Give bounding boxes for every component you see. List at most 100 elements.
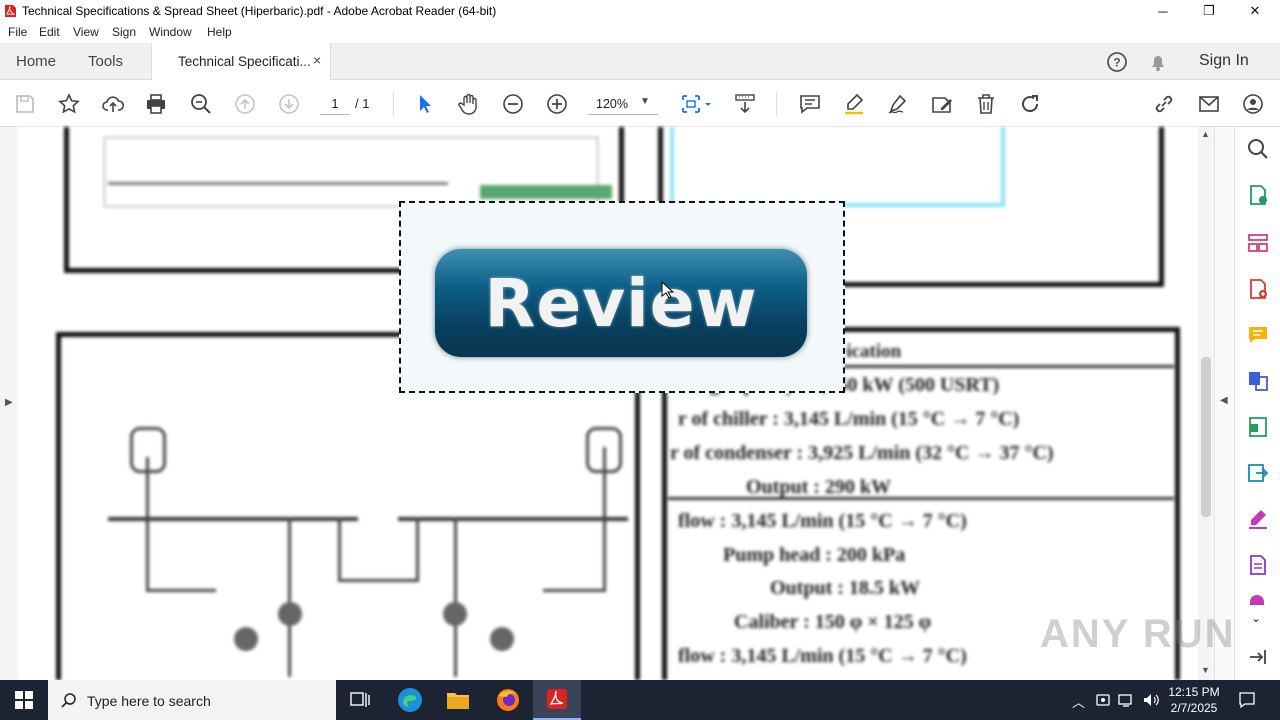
- vertical-scrollbar[interactable]: ▲ ▼: [1198, 127, 1214, 680]
- anyrun-watermark: ANY RUN: [1040, 612, 1236, 656]
- spec-line: Caliber : 150 φ × 125 φ: [734, 611, 932, 633]
- volume-icon[interactable]: [1142, 692, 1160, 708]
- toolbar-divider: [393, 92, 394, 116]
- zoom-level-select[interactable]: 120% ▼: [588, 93, 658, 115]
- taskbar: Type here to search ︿ 12:15 PM 2/7/2025: [0, 680, 1280, 720]
- combine-files-icon[interactable]: [1246, 369, 1270, 393]
- hand-tool-icon[interactable]: [456, 91, 482, 117]
- scroll-up-icon[interactable]: ▲: [1201, 129, 1210, 139]
- comment-tool-icon[interactable]: [1246, 323, 1270, 347]
- tab-document[interactable]: Technical Specificati... ×: [151, 43, 331, 80]
- delete-trash-icon[interactable]: [973, 91, 999, 117]
- search-zoom-icon[interactable]: [188, 91, 214, 117]
- menu-file[interactable]: File: [8, 25, 27, 39]
- close-tab-button[interactable]: ×: [313, 52, 321, 68]
- close-window-button[interactable]: ✕: [1232, 0, 1278, 22]
- print-icon[interactable]: [143, 91, 169, 117]
- clock-date: 2/7/2025: [1170, 701, 1218, 715]
- save-icon[interactable]: [12, 91, 38, 117]
- pipe-line: [338, 579, 418, 582]
- toolbar-divider: [776, 92, 777, 116]
- comment-icon[interactable]: [797, 91, 823, 117]
- scrollbar-thumb[interactable]: [1201, 357, 1211, 517]
- collapse-right-panel-icon[interactable]: ◀: [1220, 395, 1228, 406]
- windows-logo-icon: [15, 691, 33, 709]
- notification-center-icon[interactable]: [1238, 691, 1256, 709]
- notification-bell-icon[interactable]: [1148, 52, 1168, 72]
- previous-page-icon[interactable]: [232, 91, 258, 117]
- review-button[interactable]: Review: [435, 249, 807, 357]
- pipe-line: [146, 457, 149, 592]
- zoom-in-icon[interactable]: [544, 91, 570, 117]
- page-number-input[interactable]: 1: [320, 93, 350, 115]
- fill-sign-icon[interactable]: [1246, 507, 1270, 531]
- create-pdf-icon[interactable]: [1246, 277, 1270, 301]
- menu-edit[interactable]: Edit: [39, 25, 60, 39]
- tab-home[interactable]: Home: [16, 53, 56, 70]
- next-page-icon[interactable]: [276, 91, 302, 117]
- export-pdf-icon[interactable]: [1246, 183, 1270, 207]
- task-view-icon: [350, 692, 370, 707]
- acrobat-taskbar-button[interactable]: [533, 680, 581, 720]
- tab-tools[interactable]: Tools: [88, 53, 123, 70]
- folder-icon: [447, 693, 469, 709]
- spec-line: r of condenser : 3,925 L/min (32 °C → 37…: [670, 442, 1054, 464]
- bookmark-star-icon[interactable]: [56, 91, 82, 117]
- zoom-level-value: 120%: [596, 97, 628, 111]
- clock-time: 12:15 PM: [1168, 685, 1220, 699]
- fit-page-icon[interactable]: [676, 91, 716, 117]
- help-icon[interactable]: ?: [1106, 51, 1128, 73]
- pump-symbol: [278, 602, 302, 626]
- chevron-down-icon[interactable]: ⌄: [1251, 611, 1261, 625]
- review-image-overlay[interactable]: Review: [399, 201, 845, 393]
- review-button-label: Review: [484, 264, 758, 342]
- collapse-tools-icon[interactable]: [1246, 645, 1270, 669]
- maximize-button[interactable]: ❐: [1186, 0, 1232, 22]
- edge-browser-button[interactable]: [386, 680, 434, 720]
- pump-symbol: [443, 602, 467, 626]
- more-tools-icon[interactable]: [1250, 595, 1264, 605]
- highlight-pen-icon[interactable]: [841, 91, 867, 117]
- device-icon[interactable]: [1095, 692, 1111, 708]
- network-icon[interactable]: [1118, 692, 1136, 708]
- file-explorer-button[interactable]: [434, 680, 482, 720]
- sign-in-button[interactable]: Sign In: [1199, 52, 1249, 70]
- email-icon[interactable]: [1196, 91, 1222, 117]
- search-tool-icon[interactable]: [1246, 137, 1270, 161]
- menu-sign[interactable]: Sign: [112, 25, 136, 39]
- send-document-icon[interactable]: [1246, 553, 1270, 577]
- pipe-line: [398, 517, 628, 521]
- organize-pages-icon[interactable]: [1246, 231, 1270, 255]
- document-tab-label: Technical Specificati...: [178, 54, 311, 69]
- edge-icon: [398, 688, 422, 712]
- system-clock[interactable]: 12:15 PM 2/7/2025: [1163, 684, 1225, 716]
- firefox-button[interactable]: [484, 680, 532, 720]
- add-user-icon[interactable]: [1240, 91, 1266, 117]
- taskbar-search-box[interactable]: Type here to search: [48, 680, 336, 720]
- spec-line: Output : 290 kW: [746, 476, 892, 498]
- rotate-icon[interactable]: [1017, 91, 1043, 117]
- task-view-button[interactable]: [336, 680, 384, 720]
- select-cursor-icon[interactable]: [412, 91, 438, 117]
- diagram-cyan-frame: [670, 127, 1005, 207]
- scroll-down-icon[interactable]: ▼: [1201, 665, 1210, 675]
- upload-cloud-icon[interactable]: [100, 91, 126, 117]
- pipe-line: [416, 517, 419, 582]
- share-link-icon[interactable]: [1151, 91, 1177, 117]
- draw-signature-icon[interactable]: [885, 91, 911, 117]
- expand-left-panel-icon[interactable]: ▶: [5, 397, 13, 408]
- spec-line: Output : 18.5 kW: [770, 577, 921, 599]
- menu-window[interactable]: Window: [149, 25, 192, 39]
- scroll-mode-icon[interactable]: [732, 91, 758, 117]
- windows-start-button[interactable]: [0, 680, 48, 720]
- spec-line: r of chiller : 3,145 L/min (15 °C → 7 °C…: [678, 408, 1020, 430]
- minimize-button[interactable]: ─: [1140, 0, 1186, 22]
- menu-help[interactable]: Help: [207, 25, 232, 39]
- edit-pdf-icon[interactable]: [1246, 415, 1270, 439]
- edit-stamp-icon[interactable]: [929, 91, 955, 117]
- export-file-icon[interactable]: [1246, 461, 1270, 485]
- show-hidden-icons[interactable]: ︿: [1072, 692, 1085, 711]
- menu-view[interactable]: View: [73, 25, 99, 39]
- zoom-out-icon[interactable]: [500, 91, 526, 117]
- diagram-line: [108, 182, 448, 185]
